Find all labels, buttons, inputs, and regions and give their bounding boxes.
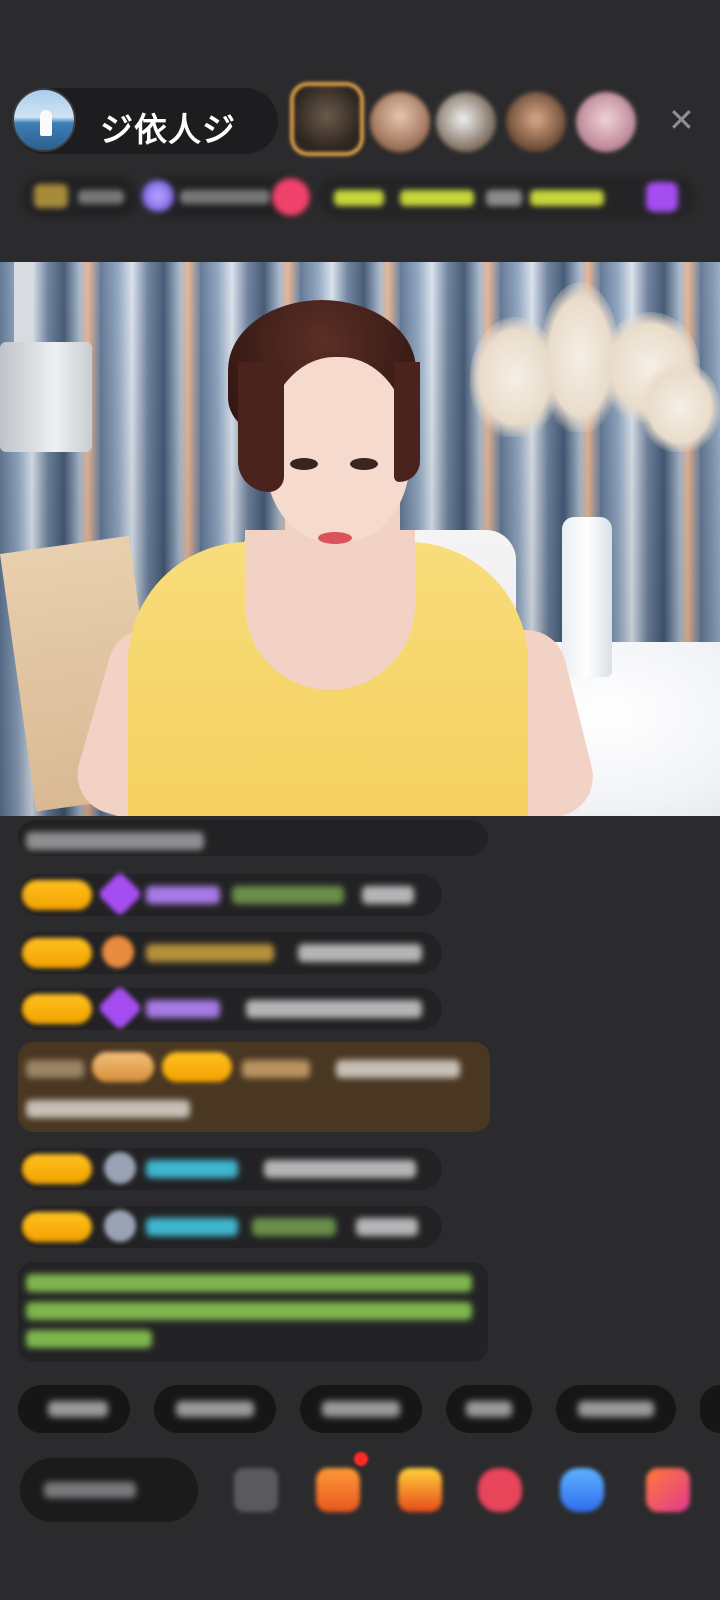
chat-username [146, 1160, 238, 1178]
rank-chip-text [78, 190, 124, 204]
more-gifts-icon[interactable] [646, 1468, 690, 1512]
quick-reply-text [466, 1401, 512, 1417]
activity-text-4 [530, 190, 604, 206]
level-badge [22, 1212, 92, 1242]
activity-text-2 [400, 190, 474, 206]
host-name: ジ依人ジ [100, 110, 236, 149]
level-badge [22, 938, 92, 968]
close-icon[interactable]: ✕ [668, 104, 695, 136]
fans-text [180, 190, 270, 204]
chat-username [146, 886, 220, 904]
chat-username [146, 944, 274, 962]
quick-reply-text [176, 1401, 254, 1417]
video-lamp [0, 342, 92, 452]
chat-username-tag [252, 1218, 336, 1236]
top-viewer-avatar-2[interactable] [370, 92, 430, 152]
level-badge [22, 880, 92, 910]
quick-reply-text [48, 1401, 108, 1417]
activity-gift-icon [646, 182, 678, 212]
quick-reply-text [578, 1401, 654, 1417]
emoji-icon[interactable] [234, 1468, 278, 1512]
level-badge [162, 1052, 232, 1082]
user-avatar-icon [104, 1152, 136, 1184]
chat-message-highlight[interactable] [18, 1042, 490, 1132]
top-viewer-avatar-5[interactable] [576, 92, 636, 152]
top-viewer-avatar-1[interactable] [294, 86, 360, 152]
activity-text-3 [486, 190, 522, 206]
chat-text [26, 832, 204, 850]
chat-username [146, 1000, 220, 1018]
system-text [26, 1302, 472, 1320]
chat-text [298, 944, 422, 962]
system-text [26, 1274, 472, 1292]
treasure-icon[interactable] [398, 1468, 442, 1512]
chat-username [242, 1060, 310, 1078]
chat-input-placeholder [44, 1482, 136, 1498]
vip-badge [92, 1052, 154, 1082]
level-badge [22, 994, 92, 1024]
quick-reply-6[interactable] [700, 1385, 720, 1433]
activity-text-1 [334, 190, 384, 206]
chat-text [336, 1060, 460, 1078]
top-viewer-avatar-4[interactable] [506, 92, 566, 152]
host-avatar[interactable] [12, 88, 76, 152]
chat-text [246, 1000, 422, 1018]
fans-icon [142, 180, 174, 212]
user-avatar-icon [104, 1210, 136, 1242]
gift-box-icon[interactable] [316, 1468, 360, 1512]
chat-text [26, 1060, 84, 1078]
chat-text [362, 886, 414, 904]
chat-bubble-icon[interactable] [560, 1468, 604, 1512]
level-badge [22, 1154, 92, 1184]
game-icon[interactable] [478, 1468, 522, 1512]
top-viewer-avatar-3[interactable] [436, 92, 496, 152]
live-video-stream[interactable] [0, 262, 720, 816]
avatar-figure [40, 110, 52, 136]
chat-username [146, 1218, 238, 1236]
quick-reply-text [322, 1401, 400, 1417]
system-text [26, 1330, 152, 1348]
notification-dot [354, 1452, 368, 1466]
chat-text [264, 1160, 416, 1178]
chat-text [26, 1100, 190, 1118]
rank-chip-icon [34, 184, 68, 208]
hand-icon [102, 936, 134, 968]
fans-join-button[interactable] [272, 178, 310, 216]
chat-text [356, 1218, 418, 1236]
chat-username-tag [232, 886, 344, 904]
